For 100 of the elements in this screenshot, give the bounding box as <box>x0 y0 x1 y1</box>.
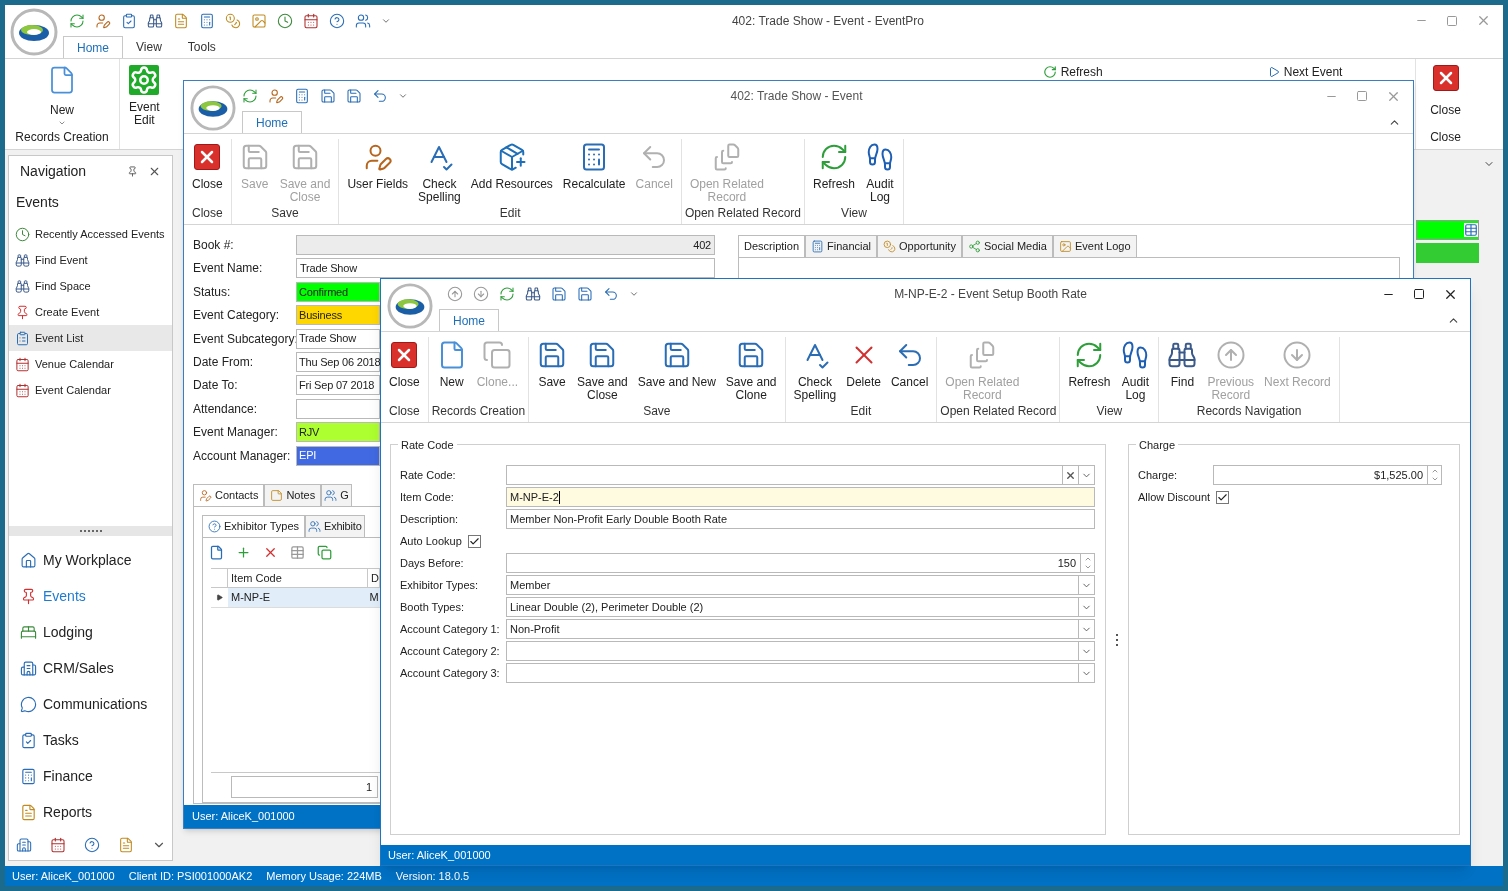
tab[interactable]: Exhibitor Types <box>202 514 305 538</box>
module-item[interactable]: Communications <box>9 686 172 722</box>
ribbon-button[interactable]: Save <box>532 337 573 389</box>
input-field[interactable]: M-NP-E-2 <box>506 487 1095 507</box>
calendar-icon <box>15 356 30 372</box>
nav-item[interactable]: Venue Calendar <box>9 351 172 377</box>
ribbon-button[interactable]: Cancel <box>885 337 934 389</box>
binoculars-icon <box>15 278 30 294</box>
module-item[interactable]: My Workplace <box>9 542 172 578</box>
maximize-icon[interactable] <box>1413 288 1425 300</box>
tab[interactable]: Opportunity <box>877 235 962 258</box>
spin-down-icon[interactable] <box>1083 563 1092 571</box>
table-icon[interactable] <box>1464 223 1478 237</box>
tab[interactable]: G <box>321 483 352 507</box>
color-field[interactable] <box>1416 220 1479 240</box>
tab[interactable]: Notes <box>264 483 322 507</box>
new-icon[interactable] <box>209 545 224 561</box>
dropdown-field[interactable]: Member <box>506 575 1095 595</box>
input-field[interactable]: Trade Show <box>296 258 715 279</box>
field-label: Days Before: <box>400 555 465 571</box>
nav-item[interactable]: Find Space <box>9 273 172 299</box>
checkbox[interactable] <box>1216 490 1230 504</box>
ribbon-button[interactable]: Find <box>1162 337 1203 389</box>
dropdown-field[interactable] <box>506 465 1095 485</box>
ribbon-button[interactable]: Save and Clone <box>720 337 782 402</box>
dropdown-field[interactable] <box>506 663 1095 683</box>
dropdown-field[interactable] <box>506 641 1095 661</box>
add-icon[interactable] <box>236 545 251 561</box>
input-field[interactable]: Member Non-Profit Early Double Booth Rate <box>506 509 1095 529</box>
input-field[interactable]: EPI <box>296 445 380 466</box>
ribbon-tab[interactable]: Home <box>242 111 302 133</box>
ribbon-button[interactable]: Refresh <box>808 139 860 191</box>
ribbon-button[interactable]: Check Spelling <box>788 337 842 402</box>
tab[interactable]: Contacts <box>193 483 265 507</box>
customize-icon[interactable] <box>398 91 408 101</box>
ribbon-button[interactable]: Audit Log <box>1115 337 1156 402</box>
color-field[interactable] <box>1416 243 1479 263</box>
input-field[interactable] <box>296 398 380 419</box>
ribbon-button[interactable]: Refresh <box>1063 337 1116 389</box>
nav-item[interactable]: Event Calendar <box>9 377 172 403</box>
dropdown-field[interactable]: Non-Profit <box>506 619 1095 639</box>
ribbon-button[interactable]: Save and Close <box>572 337 633 402</box>
ribbon-button[interactable]: Save and New <box>632 337 721 389</box>
ribbon-button[interactable]: New <box>431 337 472 389</box>
tab[interactable]: Exhibito <box>305 514 365 538</box>
ribbon-button[interactable]: Event Edit <box>120 59 169 127</box>
pin-icon[interactable] <box>127 165 138 177</box>
image-icon <box>1058 240 1072 253</box>
module-item[interactable]: CRM/Sales <box>9 650 172 686</box>
spin-field[interactable]: 150 <box>506 553 1095 573</box>
tab[interactable]: Description <box>738 235 806 258</box>
ribbon-button[interactable]: Close <box>187 139 228 191</box>
module-item[interactable]: Tasks <box>9 722 172 758</box>
ribbon-button[interactable]: Delete <box>841 337 886 389</box>
module-item[interactable]: Events <box>9 578 172 614</box>
ribbon-button[interactable]: User Fields <box>342 139 414 191</box>
ribbon-tab[interactable]: Home <box>439 309 499 331</box>
input-field[interactable]: Thu Sep 06 2018 <box>296 351 380 372</box>
nav-item[interactable]: Event List <box>9 325 172 351</box>
dropdown-field[interactable]: Linear Double (2), Perimeter Double (2) <box>506 597 1095 617</box>
spin-down-icon[interactable] <box>1430 475 1439 483</box>
clear-icon[interactable] <box>1065 469 1076 481</box>
ribbon-button[interactable]: Close <box>1430 65 1461 128</box>
customize-icon[interactable] <box>629 289 639 299</box>
nav-item[interactable]: Find Event <box>9 247 172 273</box>
ribbon-button[interactable]: Check Spelling <box>413 139 466 204</box>
field-label: Attendance: <box>193 400 259 418</box>
ribbon-group-label: Save <box>270 205 300 222</box>
checkbox[interactable] <box>467 534 481 548</box>
field-label: Event Manager: <box>193 424 279 442</box>
ribbon-tab[interactable]: View <box>123 36 175 58</box>
module-item[interactable]: Finance <box>9 758 172 794</box>
ribbon-tab[interactable]: Home <box>63 36 123 58</box>
ribbon-button[interactable]: Close <box>384 337 425 389</box>
ribbon-button[interactable]: Next Event <box>1267 64 1343 80</box>
ribbon-tab[interactable]: Tools <box>174 36 229 58</box>
input-field[interactable]: Fri Sep 07 2018 <box>296 375 380 396</box>
module-item[interactable]: Lodging <box>9 614 172 650</box>
input-field[interactable]: RJV <box>296 422 380 443</box>
ribbon-button[interactable]: Add Resources <box>465 139 558 191</box>
module-item[interactable]: Reports <box>9 794 172 830</box>
copy-icon[interactable] <box>317 545 332 561</box>
spin-up-icon[interactable] <box>1430 467 1439 475</box>
ribbon-button[interactable]: Audit Log <box>860 139 900 204</box>
input-field[interactable]: Business <box>296 305 380 326</box>
copy-icon <box>482 340 513 370</box>
ribbon-button[interactable]: Recalculate <box>557 139 631 191</box>
nav-item[interactable]: Create Event <box>9 299 172 325</box>
table-icon[interactable] <box>290 545 305 561</box>
column-header[interactable]: Item Code <box>228 568 368 587</box>
tab[interactable]: Financial <box>805 235 878 258</box>
table-cell: M-NP-E <box>228 587 369 607</box>
field-label: Account Category 3: <box>400 665 501 681</box>
spin-up-icon[interactable] <box>1083 555 1092 563</box>
spin-field[interactable]: $1,525.00 <box>1213 465 1442 485</box>
input-field[interactable]: Trade Show <box>296 328 380 349</box>
input-field[interactable]: Confirmed <box>296 281 380 302</box>
ribbon-button[interactable]: Refresh <box>1042 64 1103 80</box>
ribbon-button[interactable]: New <box>47 65 77 128</box>
nav-item[interactable]: Recently Accessed Events <box>9 221 172 247</box>
